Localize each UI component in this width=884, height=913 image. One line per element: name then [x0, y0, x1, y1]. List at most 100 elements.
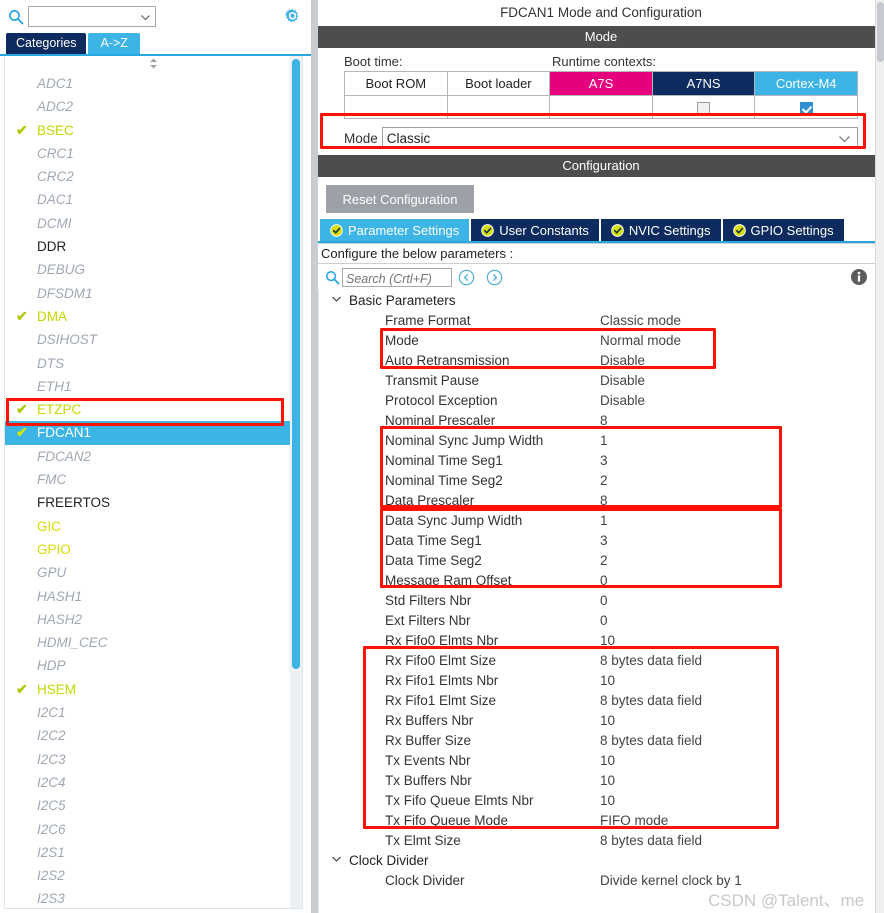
mode-dropdown[interactable]: Classic: [381, 127, 858, 149]
sidebar-item-i2c5[interactable]: I2C5: [5, 794, 302, 817]
group-clock-divider[interactable]: Clock Divider: [319, 851, 884, 871]
context-cell-cortex-m4[interactable]: [754, 95, 858, 119]
sidebar-item-dsihost[interactable]: DSIHOST: [5, 328, 302, 351]
param-value[interactable]: 1: [600, 431, 884, 451]
param-value[interactable]: Disable: [600, 391, 884, 411]
param-row[interactable]: Nominal Time Seg1 3: [319, 451, 884, 471]
param-value[interactable]: 3: [600, 531, 884, 551]
gear-icon[interactable]: [281, 6, 303, 28]
param-value[interactable]: 3: [600, 451, 884, 471]
main-scrollbar-thumb[interactable]: [877, 2, 884, 62]
param-value[interactable]: 10: [600, 671, 884, 691]
param-value[interactable]: 0: [600, 611, 884, 631]
param-value[interactable]: Classic mode: [600, 311, 884, 331]
param-row[interactable]: Data Time Seg2 2: [319, 551, 884, 571]
param-value[interactable]: 8 bytes data field: [600, 831, 884, 851]
sidebar-item-hdp[interactable]: HDP: [5, 654, 302, 677]
param-value[interactable]: FIFO mode: [600, 811, 884, 831]
sidebar-item-gic[interactable]: GIC: [5, 515, 302, 538]
param-row[interactable]: Data Sync Jump Width 1: [319, 511, 884, 531]
tab-a-to-z[interactable]: A->Z: [88, 33, 140, 54]
param-row[interactable]: Nominal Time Seg2 2: [319, 471, 884, 491]
param-value[interactable]: 8: [600, 411, 884, 431]
param-value[interactable]: Disable: [600, 371, 884, 391]
param-row[interactable]: Ext Filters Nbr 0: [319, 611, 884, 631]
sidebar-item-i2c6[interactable]: I2C6: [5, 818, 302, 841]
sidebar-item-hsem[interactable]: ✔ HSEM: [5, 678, 302, 701]
param-row[interactable]: Std Filters Nbr 0: [319, 591, 884, 611]
sort-handle-icon[interactable]: [5, 56, 302, 70]
param-row[interactable]: Auto Retransmission Disable: [319, 351, 884, 371]
param-row[interactable]: Nominal Prescaler 8: [319, 411, 884, 431]
sidebar-item-dac1[interactable]: DAC1: [5, 188, 302, 211]
group-basic-parameters[interactable]: Basic Parameters: [319, 291, 884, 311]
sidebar-item-etzpc[interactable]: ✔ ETZPC: [5, 398, 302, 421]
sidebar-item-ddr[interactable]: DDR: [5, 235, 302, 258]
param-value[interactable]: 10: [600, 771, 884, 791]
sidebar-item-i2c1[interactable]: I2C1: [5, 701, 302, 724]
param-row[interactable]: Tx Fifo Queue Mode FIFO mode: [319, 811, 884, 831]
param-row[interactable]: Rx Fifo1 Elmts Nbr 10: [319, 671, 884, 691]
main-scrollbar-track[interactable]: [875, 0, 884, 913]
param-row[interactable]: Tx Events Nbr 10: [319, 751, 884, 771]
reset-configuration-button[interactable]: Reset Configuration: [326, 185, 474, 213]
sidebar-item-i2s1[interactable]: I2S1: [5, 841, 302, 864]
param-value[interactable]: 2: [600, 471, 884, 491]
tab-user-constants[interactable]: User Constants: [471, 219, 599, 241]
sidebar-item-hash2[interactable]: HASH2: [5, 608, 302, 631]
tab-parameter-settings[interactable]: Parameter Settings: [320, 219, 470, 241]
param-row[interactable]: Tx Elmt Size 8 bytes data field: [319, 831, 884, 851]
sidebar-scrollbar-track[interactable]: [290, 56, 302, 908]
param-row[interactable]: Nominal Sync Jump Width 1: [319, 431, 884, 451]
peripheral-list[interactable]: ADC1 ADC2 ✔ BSEC CRC1 CRC2 DAC1 DCMI DDR DEBUG DFS…: [5, 70, 302, 908]
param-row[interactable]: Frame Format Classic mode: [319, 311, 884, 331]
sidebar-item-hdmi_cec[interactable]: HDMI_CEC: [5, 631, 302, 654]
sidebar-item-dma[interactable]: ✔ DMA: [5, 305, 302, 328]
checkbox-a7ns[interactable]: [697, 101, 711, 115]
param-row[interactable]: Rx Buffers Nbr 10: [319, 711, 884, 731]
sidebar-item-dcmi[interactable]: DCMI: [5, 212, 302, 235]
next-button[interactable]: [480, 268, 508, 288]
chevron-down-icon[interactable]: [331, 291, 343, 311]
param-row[interactable]: Data Time Seg1 3: [319, 531, 884, 551]
chevron-down-icon[interactable]: [331, 851, 343, 871]
param-value[interactable]: 8 bytes data field: [600, 651, 884, 671]
sidebar-item-crc2[interactable]: CRC2: [5, 165, 302, 188]
sidebar-item-gpu[interactable]: GPU: [5, 561, 302, 584]
param-row[interactable]: Message Ram Offset 0: [319, 571, 884, 591]
param-row[interactable]: Tx Fifo Queue Elmts Nbr 10: [319, 791, 884, 811]
param-row[interactable]: Transmit Pause Disable: [319, 371, 884, 391]
sidebar-item-gpio[interactable]: GPIO: [5, 538, 302, 561]
param-row[interactable]: Rx Fifo1 Elmt Size 8 bytes data field: [319, 691, 884, 711]
sidebar-search-input[interactable]: [29, 7, 134, 26]
sidebar-item-fmc[interactable]: FMC: [5, 468, 302, 491]
param-value[interactable]: Normal mode: [600, 331, 884, 351]
parameter-tree[interactable]: Basic Parameters Frame Format Classic mode…: [318, 291, 884, 913]
tab-nvic-settings[interactable]: NVIC Settings: [600, 219, 721, 241]
sidebar-item-freertos[interactable]: FREERTOS: [5, 491, 302, 514]
parameter-search-input[interactable]: [343, 269, 456, 288]
param-value[interactable]: Disable: [600, 351, 884, 371]
checkbox-cortex-m4[interactable]: [799, 101, 813, 115]
parameter-search-box[interactable]: [342, 268, 456, 288]
param-value[interactable]: 0: [600, 591, 884, 611]
param-value[interactable]: 10: [600, 711, 884, 731]
sidebar-item-fdcan2[interactable]: FDCAN2: [5, 445, 302, 468]
sidebar-item-eth1[interactable]: ETH1: [5, 375, 302, 398]
param-value[interactable]: 8 bytes data field: [600, 731, 884, 751]
sidebar-item-bsec[interactable]: ✔ BSEC: [5, 119, 302, 142]
param-value[interactable]: 1: [600, 511, 884, 531]
tab-categories[interactable]: Categories: [6, 33, 87, 54]
context-cell-a7ns[interactable]: [651, 95, 756, 119]
param-row[interactable]: Protocol Exception Disable: [319, 391, 884, 411]
tab-gpio-settings[interactable]: GPIO Settings: [722, 219, 844, 241]
sidebar-item-dts[interactable]: DTS: [5, 352, 302, 375]
sidebar-item-i2c4[interactable]: I2C4: [5, 771, 302, 794]
param-value[interactable]: 8: [600, 491, 884, 511]
sidebar-item-debug[interactable]: DEBUG: [5, 258, 302, 281]
sidebar-item-crc1[interactable]: CRC1: [5, 142, 302, 165]
sidebar-item-fdcan1[interactable]: ✔ FDCAN1: [5, 421, 302, 445]
sidebar-search-combo[interactable]: [28, 6, 156, 27]
param-value[interactable]: 10: [600, 631, 884, 651]
param-row[interactable]: Rx Fifo0 Elmt Size 8 bytes data field: [319, 651, 884, 671]
